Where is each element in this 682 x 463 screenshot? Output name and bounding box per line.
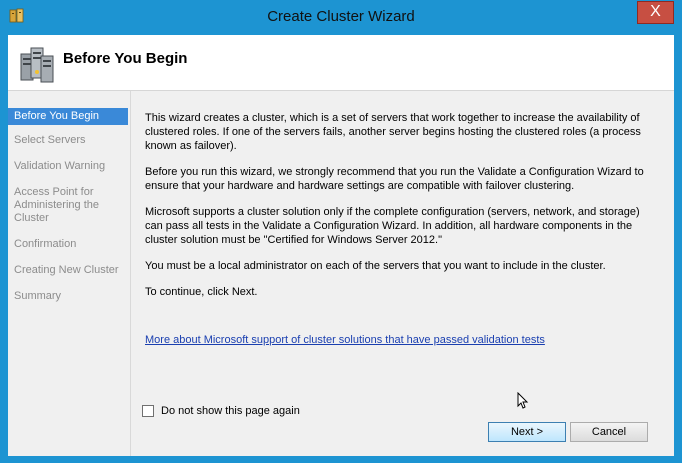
support-paragraph: Microsoft supports a cluster solution on… xyxy=(145,206,640,246)
intro-paragraph: This wizard creates a cluster, which is … xyxy=(145,112,641,152)
continue-paragraph: To continue, click Next. xyxy=(145,286,258,298)
button-bar: Next > Cancel xyxy=(8,415,674,456)
admin-paragraph: You must be a local administrator on eac… xyxy=(145,260,606,272)
window-title: Create Cluster Wizard xyxy=(267,8,415,25)
cluster-servers-icon xyxy=(20,47,54,83)
close-icon: X xyxy=(650,3,661,20)
nav-step-validation-warning[interactable]: Validation Warning xyxy=(8,158,128,175)
cancel-button[interactable]: Cancel xyxy=(570,422,648,442)
title-bar[interactable]: Create Cluster Wizard X xyxy=(0,0,682,35)
nav-step-summary[interactable]: Summary xyxy=(8,288,128,305)
nav-step-confirmation[interactable]: Confirmation xyxy=(8,236,128,253)
wizard-body: Before You Begin Select Servers Validati… xyxy=(8,91,674,456)
page-header: Before You Begin xyxy=(8,35,674,91)
nav-step-creating-new-cluster[interactable]: Creating New Cluster xyxy=(8,262,128,279)
recommendation-paragraph: Before you run this wizard, we strongly … xyxy=(145,166,644,192)
next-button[interactable]: Next > xyxy=(488,422,566,442)
wizard-steps-nav: Before You Begin Select Servers Validati… xyxy=(8,108,128,314)
intro-text: This wizard creates a cluster, which is … xyxy=(145,111,645,347)
wizard-window: Create Cluster Wizard X Before You Begin xyxy=(0,0,682,463)
nav-step-before-you-begin[interactable]: Before You Begin xyxy=(8,108,128,125)
support-info-link[interactable]: More about Microsoft support of cluster … xyxy=(145,333,545,347)
wizard-content: Before You Begin Before You Begin Select… xyxy=(8,35,674,456)
mouse-pointer-icon xyxy=(517,392,529,409)
nav-step-access-point[interactable]: Access Point for Administering the Clust… xyxy=(8,184,110,227)
nav-divider xyxy=(130,91,131,456)
page-title: Before You Begin xyxy=(63,50,188,67)
close-button[interactable]: X xyxy=(637,1,674,24)
nav-step-select-servers[interactable]: Select Servers xyxy=(8,132,128,149)
